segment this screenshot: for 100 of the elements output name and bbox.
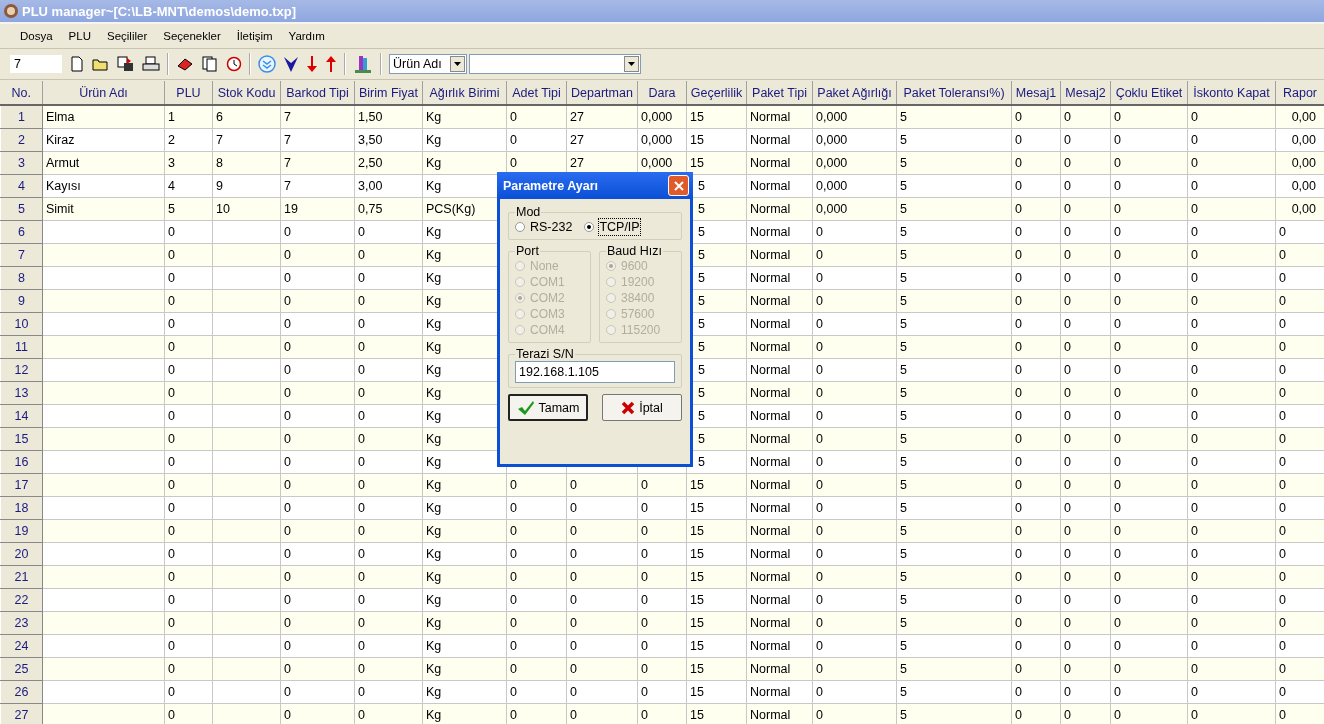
row-header[interactable]: 16 xyxy=(0,450,43,474)
row-header[interactable]: 14 xyxy=(0,404,43,428)
table-cell: 5 xyxy=(896,289,1012,313)
column-header[interactable]: Mesaj1 xyxy=(1011,81,1061,105)
radio-option[interactable]: TCP/IP xyxy=(584,219,640,235)
menu-item[interactable]: Seçililer xyxy=(99,30,156,42)
row-header[interactable]: 8 xyxy=(0,266,43,290)
record-field[interactable]: 7 xyxy=(10,55,62,73)
radio-option[interactable]: RS-232 xyxy=(515,219,573,235)
chevron-down-icon[interactable] xyxy=(258,55,276,73)
bars-icon[interactable] xyxy=(353,54,373,74)
table-cell: 5 xyxy=(896,151,1012,175)
menu-item[interactable]: Dosya xyxy=(12,30,61,42)
pages-icon[interactable] xyxy=(201,56,219,72)
menu-item[interactable]: PLU xyxy=(60,30,99,42)
group-label: Baud Hızı xyxy=(606,244,663,258)
table-cell: Kayısı xyxy=(42,174,165,198)
row-header[interactable]: 10 xyxy=(0,312,43,336)
table-cell: Kiraz xyxy=(42,128,165,152)
dialog-button[interactable]: Tamam xyxy=(508,394,588,421)
close-button[interactable] xyxy=(668,175,689,196)
save-icon[interactable] xyxy=(117,56,135,72)
table-cell: 5 xyxy=(896,243,1012,267)
clock-icon[interactable] xyxy=(226,56,242,72)
search-dropdown[interactable] xyxy=(469,54,641,74)
table-cell: 5 xyxy=(896,427,1012,451)
print-icon[interactable] xyxy=(142,56,160,72)
column-header[interactable]: Rapor xyxy=(1275,81,1324,105)
row-header[interactable]: 26 xyxy=(0,680,43,704)
menu-item[interactable]: Seçenekler xyxy=(155,30,229,42)
column-header[interactable]: Stok Kodu xyxy=(212,81,281,105)
group-label: Port xyxy=(515,244,540,258)
serial-field[interactable]: 192.168.1.105 xyxy=(515,361,675,383)
row-header[interactable]: 20 xyxy=(0,542,43,566)
new-file-icon[interactable] xyxy=(69,56,85,72)
column-header[interactable]: Departman xyxy=(566,81,638,105)
row-header[interactable]: 25 xyxy=(0,657,43,681)
table-cell: 5 xyxy=(896,611,1012,635)
caret-icon xyxy=(628,62,635,66)
table-cell: 5 xyxy=(896,312,1012,336)
table-cell: 5 xyxy=(896,450,1012,474)
table-cell: 5 xyxy=(896,174,1012,198)
column-header[interactable]: Dara xyxy=(637,81,687,105)
row-header[interactable]: 19 xyxy=(0,519,43,543)
eraser-icon[interactable] xyxy=(176,56,194,72)
row-header[interactable]: 17 xyxy=(0,473,43,497)
menu-item[interactable]: İletişim xyxy=(228,30,281,42)
row-header[interactable]: 27 xyxy=(0,703,43,724)
row-header[interactable]: 22 xyxy=(0,588,43,612)
table-cell: 5 xyxy=(896,105,1012,129)
table-cell: 5 xyxy=(896,496,1012,520)
row-header[interactable]: 15 xyxy=(0,427,43,451)
column-header[interactable]: Birim Fiyat xyxy=(354,81,423,105)
menu-item[interactable]: Yardım xyxy=(280,30,333,42)
table-cell: 5 xyxy=(896,680,1012,704)
row-header[interactable]: 6 xyxy=(0,220,43,244)
row-header[interactable]: 23 xyxy=(0,611,43,635)
folder-icon[interactable] xyxy=(92,56,110,72)
row-header[interactable]: 13 xyxy=(0,381,43,405)
column-header[interactable]: Barkod Tipi xyxy=(280,81,355,105)
arrow-down-icon[interactable] xyxy=(283,55,299,73)
column-header[interactable]: PLU xyxy=(164,81,213,105)
table-cell: Armut xyxy=(42,151,165,175)
column-header[interactable]: Paket Tipi xyxy=(746,81,813,105)
row-header[interactable]: 2 xyxy=(0,128,43,152)
column-header[interactable]: No. xyxy=(0,81,43,105)
column-header[interactable]: Paket Ağırlığı xyxy=(812,81,897,105)
row-header[interactable]: 12 xyxy=(0,358,43,382)
dialog-button[interactable]: İptal xyxy=(602,394,682,421)
table-cell: 5 xyxy=(896,404,1012,428)
app-icon xyxy=(3,3,19,19)
column-header[interactable]: Ağırlık Birimi xyxy=(422,81,507,105)
row-header[interactable]: 4 xyxy=(0,174,43,198)
table-cell: 5 xyxy=(896,220,1012,244)
row-header[interactable]: 3 xyxy=(0,151,43,175)
table-cell: 5 xyxy=(896,266,1012,290)
table-cell: Simit xyxy=(42,197,165,221)
column-header[interactable]: Mesaj2 xyxy=(1060,81,1111,105)
row-header[interactable]: 9 xyxy=(0,289,43,313)
row-header[interactable]: 21 xyxy=(0,565,43,589)
table-cell: 5 xyxy=(896,565,1012,589)
column-header[interactable]: Ürün Adı xyxy=(42,81,165,105)
row-header[interactable]: 24 xyxy=(0,634,43,658)
table-cell: 5 xyxy=(896,634,1012,658)
row-header[interactable]: 5 xyxy=(0,197,43,221)
column-dropdown[interactable]: Ürün Adı xyxy=(389,54,467,74)
column-header[interactable]: Paket Toleransı%) xyxy=(896,81,1012,105)
column-header[interactable]: Geçerlilik xyxy=(686,81,747,105)
row-header[interactable]: 18 xyxy=(0,496,43,520)
column-header[interactable]: Adet Tipi xyxy=(506,81,567,105)
table-cell: 5 xyxy=(896,128,1012,152)
table-cell: 5 xyxy=(896,197,1012,221)
table-cell: Elma xyxy=(42,105,165,129)
row-header[interactable]: 11 xyxy=(0,335,43,359)
column-header[interactable]: İskonto Kapat xyxy=(1187,81,1276,105)
column-header[interactable]: Çoklu Etiket xyxy=(1110,81,1188,105)
row-header[interactable]: 7 xyxy=(0,243,43,267)
table-cell: 5 xyxy=(896,542,1012,566)
row-header[interactable]: 1 xyxy=(0,105,43,129)
arrow-up-icon[interactable] xyxy=(325,55,337,73)
